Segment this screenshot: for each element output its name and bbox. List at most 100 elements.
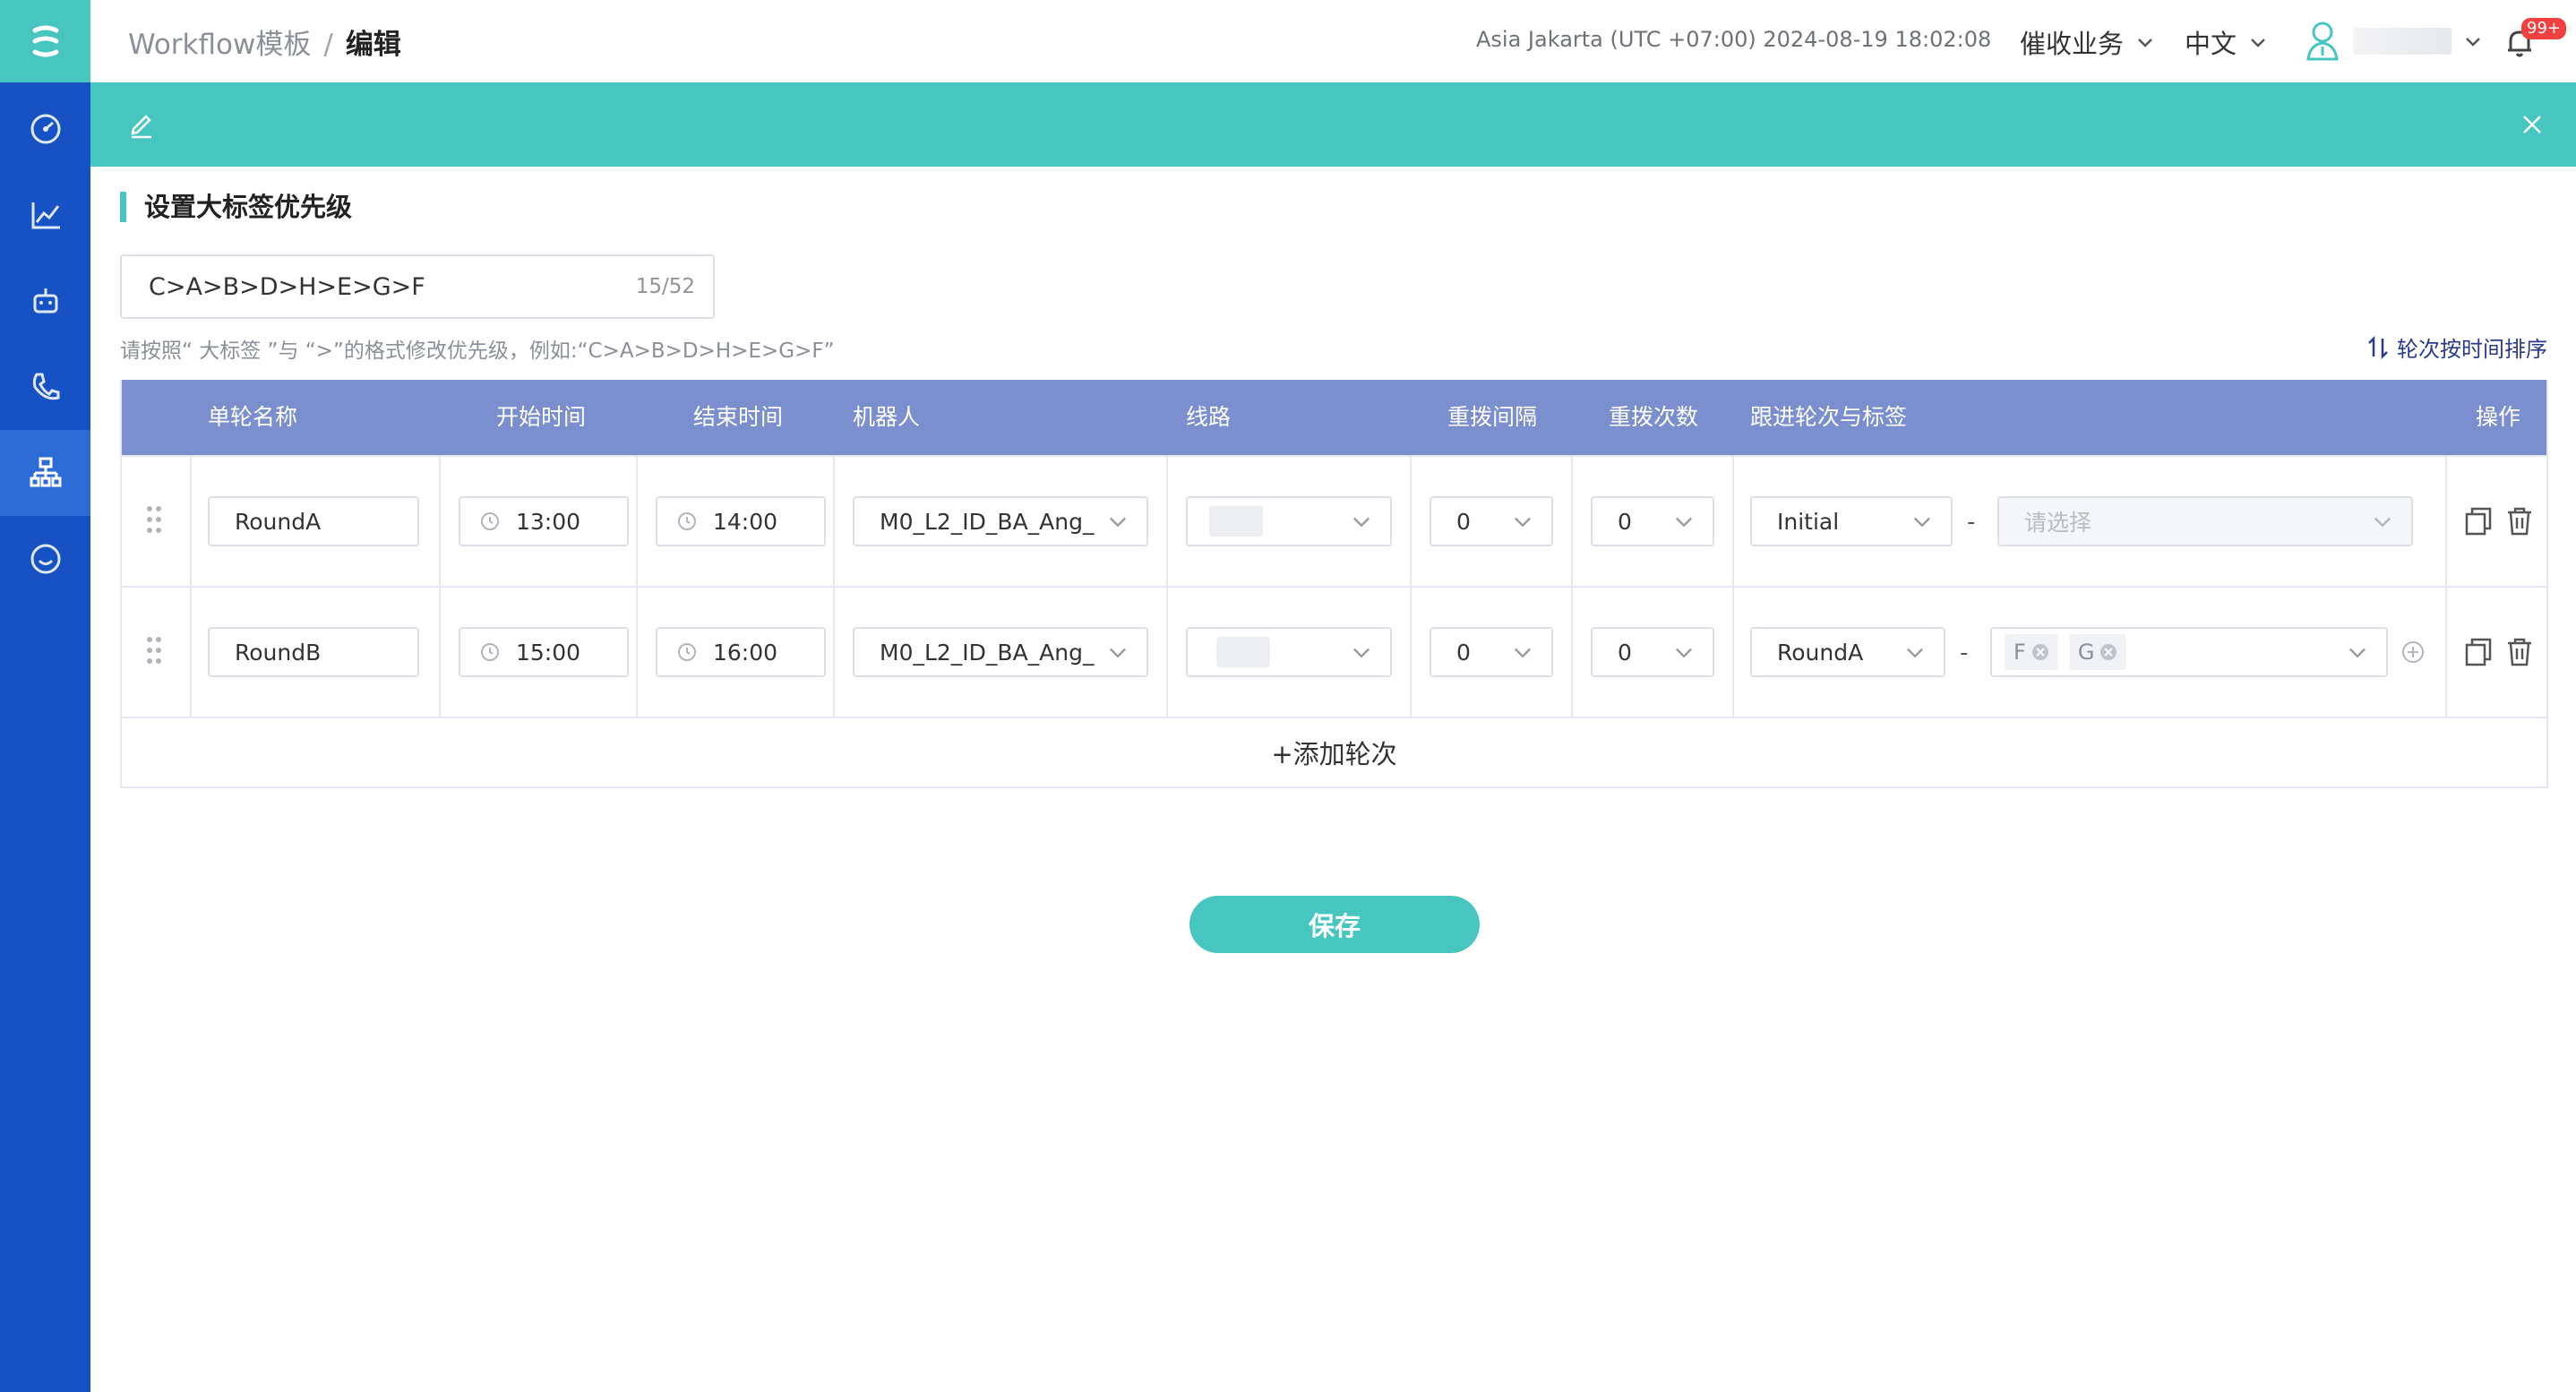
user-menu[interactable]: [2303, 20, 2484, 63]
header-actions: 操作: [2476, 404, 2521, 430]
tag-chip: F: [2005, 634, 2058, 670]
header-follow-round-tag: 跟进轮次与标签: [1750, 404, 1908, 430]
remove-tag-icon[interactable]: [2031, 643, 2049, 661]
separator-dash: -: [1967, 509, 1976, 536]
dashboard-icon: [30, 114, 60, 144]
end-time-input[interactable]: 14:00: [656, 496, 826, 546]
trash-icon[interactable]: [2504, 636, 2535, 668]
chevron-down-icon: [1110, 648, 1126, 658]
chevron-down-icon: [1353, 517, 1370, 528]
column-divider: [1410, 588, 1412, 718]
follow-round-select[interactable]: Initial: [1750, 496, 1953, 546]
drag-handle-icon[interactable]: [145, 634, 163, 666]
add-round-button[interactable]: +添加轮次: [122, 717, 2546, 786]
avatar-icon: [2306, 21, 2339, 61]
clock-icon: [678, 643, 696, 661]
copy-icon[interactable]: [2463, 636, 2494, 668]
chevron-down-icon: [2466, 38, 2480, 47]
add-round-label: +添加轮次: [1271, 739, 1397, 769]
line-chart-icon: [31, 202, 60, 229]
round-name-input[interactable]: RoundB: [208, 627, 419, 677]
clock-icon: [678, 512, 696, 530]
robot-icon: [33, 288, 57, 314]
notification-button[interactable]: 99+: [2502, 18, 2566, 63]
close-icon[interactable]: [2519, 111, 2546, 138]
start-time-input[interactable]: 15:00: [459, 627, 629, 677]
tag-select-placeholder: 请选择: [2024, 510, 2092, 536]
column-divider: [1571, 588, 1573, 718]
trash-icon[interactable]: [2504, 505, 2535, 537]
language-menu[interactable]: 中文: [2185, 23, 2269, 61]
priority-counter: 15/52: [635, 275, 695, 298]
app-logo[interactable]: [0, 0, 90, 82]
redial-count-select[interactable]: 0: [1591, 627, 1714, 677]
edit-banner: [90, 82, 2576, 167]
tag-chip: G: [2068, 634, 2127, 670]
clock-icon: [481, 512, 499, 530]
line-select[interactable]: [1186, 627, 1392, 677]
chevron-down-icon: [1515, 517, 1531, 528]
notification-badge: 99+: [2521, 18, 2566, 39]
chevron-down-icon: [2374, 517, 2391, 528]
nav-workflow[interactable]: [0, 430, 90, 516]
line-value-redacted: [1216, 637, 1270, 667]
redial-interval-value: 0: [1456, 639, 1471, 666]
separator-dash: -: [1960, 640, 1969, 666]
follow-round-value: RoundA: [1777, 639, 1864, 666]
drag-handle-icon[interactable]: [145, 503, 163, 536]
add-tag-icon[interactable]: [2400, 640, 2426, 665]
save-button[interactable]: 保存: [1189, 896, 1480, 953]
phone-icon: [32, 373, 59, 400]
section-title: 设置大标签优先级: [120, 192, 352, 222]
breadcrumb-parent[interactable]: Workflow模板: [128, 29, 311, 61]
robot-select[interactable]: M0_L2_ID_BA_Ang_: [853, 496, 1148, 546]
priority-input[interactable]: C>A>B>D>H>E>G>F 15/52: [120, 254, 715, 319]
column-divider: [2445, 588, 2447, 718]
start-time-input[interactable]: 13:00: [459, 496, 629, 546]
tag-select[interactable]: 请选择: [1997, 496, 2413, 546]
chevron-down-icon: [2251, 39, 2265, 47]
language-menu-label: 中文: [2185, 29, 2237, 59]
header-end-time: 结束时间: [693, 404, 784, 430]
nav-calls[interactable]: [0, 344, 90, 430]
header-line: 线路: [1186, 404, 1232, 430]
robot-select[interactable]: M0_L2_ID_BA_Ang_: [853, 627, 1148, 677]
nav-dashboard[interactable]: [0, 86, 90, 172]
tag-chip-label: F: [2014, 640, 2026, 665]
tag-multi-select[interactable]: F G: [1990, 627, 2388, 677]
column-divider: [439, 457, 441, 588]
redial-count-select[interactable]: 0: [1591, 496, 1714, 546]
follow-round-value: Initial: [1777, 508, 1840, 535]
redial-interval-value: 0: [1456, 508, 1471, 535]
workflow-icon: [30, 457, 61, 487]
breadcrumb-separator: /: [323, 29, 333, 61]
business-menu[interactable]: 催收业务: [2020, 23, 2156, 61]
remove-tag-icon[interactable]: [2099, 643, 2117, 661]
line-select[interactable]: [1186, 496, 1392, 546]
table-header: 单轮名称 开始时间 结束时间 机器人 线路 重拨间隔 重拨次数 跟进轮次与标签 …: [122, 380, 2546, 455]
redial-count-value: 0: [1618, 639, 1632, 666]
nav-smile[interactable]: [0, 516, 90, 602]
column-divider: [1166, 588, 1168, 718]
column-divider: [1571, 457, 1573, 588]
redial-interval-select[interactable]: 0: [1430, 627, 1553, 677]
breadcrumb: Workflow模板 / 编辑: [128, 21, 401, 62]
robot-select-value: M0_L2_ID_BA_Ang_: [880, 639, 1095, 666]
end-time-input[interactable]: 16:00: [656, 627, 826, 677]
start-time-value: 13:00: [516, 508, 581, 535]
follow-round-select[interactable]: RoundA: [1750, 627, 1945, 677]
column-divider: [190, 588, 192, 718]
nav-analytics[interactable]: [0, 172, 90, 258]
chevron-down-icon: [1515, 648, 1531, 658]
redial-interval-select[interactable]: 0: [1430, 496, 1553, 546]
copy-icon[interactable]: [2463, 505, 2494, 537]
sort-by-time-link[interactable]: 轮次按时间排序: [2366, 331, 2547, 363]
column-divider: [190, 457, 192, 588]
column-divider: [636, 588, 638, 718]
edit-icon[interactable]: [126, 109, 157, 140]
round-name-input[interactable]: RoundA: [208, 496, 419, 546]
column-divider: [1410, 457, 1412, 588]
nav-robot[interactable]: [0, 258, 90, 344]
business-menu-label: 催收业务: [2020, 29, 2125, 59]
sidebar: [0, 0, 90, 1392]
